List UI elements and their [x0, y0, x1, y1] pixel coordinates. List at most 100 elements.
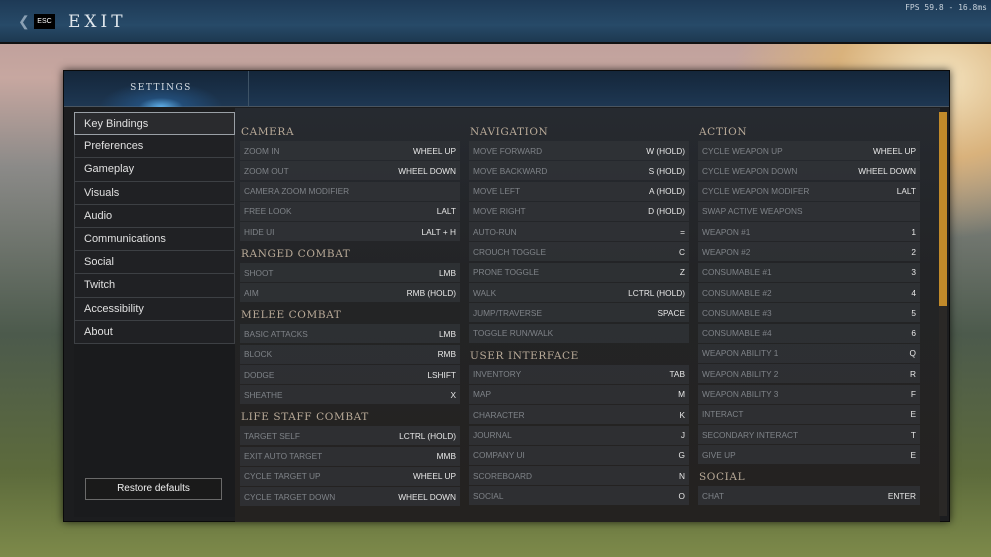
- key-value[interactable]: LMB: [439, 268, 456, 278]
- key-value[interactable]: ENTER: [888, 491, 916, 501]
- binding-row[interactable]: HIDE UI LALT + H: [240, 222, 460, 242]
- binding-row[interactable]: AUTO-RUN =: [469, 222, 689, 242]
- key-value[interactable]: 6: [911, 328, 916, 338]
- sidebar-item-communications[interactable]: Communications: [74, 227, 235, 252]
- key-value[interactable]: TAB: [669, 369, 685, 379]
- binding-row[interactable]: TOGGLE RUN/WALK: [469, 323, 689, 343]
- binding-row[interactable]: CROUCH TOGGLE C: [469, 242, 689, 262]
- key-value[interactable]: T: [911, 430, 916, 440]
- binding-row[interactable]: MOVE BACKWARD S (HOLD): [469, 161, 689, 181]
- binding-row[interactable]: CONSUMABLE #1 3: [698, 262, 920, 282]
- binding-row[interactable]: MAP M: [469, 384, 689, 404]
- key-value[interactable]: G: [679, 450, 685, 460]
- binding-row[interactable]: CONSUMABLE #3 5: [698, 303, 920, 323]
- key-value[interactable]: R: [910, 369, 916, 379]
- binding-row[interactable]: FREE LOOK LALT: [240, 201, 460, 221]
- binding-row[interactable]: INTERACT E: [698, 404, 920, 424]
- key-value[interactable]: E: [910, 450, 916, 460]
- binding-row[interactable]: MOVE FORWARD W (HOLD): [469, 141, 689, 160]
- binding-row[interactable]: SOCIAL O: [469, 486, 689, 506]
- key-value[interactable]: WHEEL DOWN: [398, 492, 456, 502]
- binding-row[interactable]: JUMP/TRAVERSE SPACE: [469, 303, 689, 323]
- key-value[interactable]: 4: [911, 288, 916, 298]
- sidebar-item-about[interactable]: About: [74, 320, 235, 344]
- binding-row[interactable]: EXIT AUTO TARGET MMB: [240, 446, 460, 466]
- key-value[interactable]: LMB: [439, 329, 456, 339]
- binding-row[interactable]: SHEATHE X: [240, 385, 460, 405]
- binding-row[interactable]: CONSUMABLE #4 6: [698, 323, 920, 343]
- scrollbar-thumb[interactable]: [939, 112, 947, 306]
- binding-row[interactable]: WEAPON ABILITY 1 Q: [698, 343, 920, 363]
- binding-row[interactable]: BASIC ATTACKS LMB: [240, 324, 460, 344]
- key-value[interactable]: LALT + H: [421, 227, 456, 237]
- binding-row[interactable]: CYCLE WEAPON MODIFER LALT: [698, 181, 920, 201]
- binding-row[interactable]: WALK LCTRL (HOLD): [469, 283, 689, 303]
- binding-row[interactable]: WEAPON ABILITY 2 R: [698, 364, 920, 384]
- sidebar-item-twitch[interactable]: Twitch: [74, 274, 235, 298]
- tab-settings[interactable]: SETTINGS: [74, 71, 249, 107]
- key-value[interactable]: A (HOLD): [649, 186, 685, 196]
- binding-row[interactable]: CYCLE TARGET UP WHEEL UP: [240, 466, 460, 486]
- key-value[interactable]: LALT: [437, 206, 456, 216]
- binding-row[interactable]: CYCLE WEAPON DOWN WHEEL DOWN: [698, 161, 920, 181]
- key-value[interactable]: O: [679, 491, 685, 501]
- binding-row[interactable]: DODGE LSHIFT: [240, 365, 460, 385]
- key-value[interactable]: 3: [911, 267, 916, 277]
- binding-row[interactable]: MOVE RIGHT D (HOLD): [469, 201, 689, 221]
- binding-row[interactable]: GIVE UP E: [698, 445, 920, 465]
- binding-row[interactable]: BLOCK RMB: [240, 344, 460, 364]
- key-value[interactable]: N: [679, 471, 685, 481]
- key-value[interactable]: Z: [680, 267, 685, 277]
- binding-row[interactable]: JOURNAL J: [469, 425, 689, 445]
- sidebar-item-preferences[interactable]: Preferences: [74, 135, 235, 159]
- key-value[interactable]: 1: [911, 227, 916, 237]
- sidebar-item-visuals[interactable]: Visuals: [74, 181, 235, 205]
- key-value[interactable]: LCTRL (HOLD): [628, 288, 685, 298]
- sidebar-item-audio[interactable]: Audio: [74, 204, 235, 228]
- restore-defaults-button[interactable]: Restore defaults: [85, 478, 222, 500]
- key-value[interactable]: Q: [910, 348, 916, 358]
- sidebar-item-key-bindings[interactable]: Key Bindings: [74, 112, 235, 136]
- key-value[interactable]: 5: [911, 308, 916, 318]
- key-value[interactable]: S (HOLD): [649, 166, 685, 176]
- key-value[interactable]: WHEEL DOWN: [398, 166, 456, 176]
- sidebar-item-gameplay[interactable]: Gameplay: [74, 158, 235, 182]
- key-value[interactable]: F: [911, 389, 916, 399]
- binding-row[interactable]: SECONDARY INTERACT T: [698, 425, 920, 445]
- key-value[interactable]: WHEEL UP: [413, 146, 456, 156]
- binding-row[interactable]: WEAPON #1 1: [698, 222, 920, 242]
- key-value[interactable]: RMB: [438, 349, 456, 359]
- binding-row[interactable]: CYCLE WEAPON UP WHEEL UP: [698, 141, 920, 160]
- key-value[interactable]: LALT: [897, 186, 916, 196]
- binding-row[interactable]: SWAP ACTIVE WEAPONS: [698, 201, 920, 221]
- key-value[interactable]: =: [680, 227, 685, 237]
- binding-row[interactable]: AIM RMB (HOLD): [240, 283, 460, 303]
- binding-row[interactable]: SCOREBOARD N: [469, 466, 689, 486]
- binding-row[interactable]: CYCLE TARGET DOWN WHEEL DOWN: [240, 487, 460, 507]
- key-value[interactable]: WHEEL UP: [873, 146, 916, 156]
- binding-row[interactable]: TARGET SELF LCTRL (HOLD): [240, 426, 460, 446]
- binding-row[interactable]: PRONE TOGGLE Z: [469, 262, 689, 282]
- key-value[interactable]: LCTRL (HOLD): [399, 431, 456, 441]
- key-value[interactable]: X: [450, 390, 456, 400]
- key-value[interactable]: K: [679, 410, 685, 420]
- key-value[interactable]: SPACE: [657, 308, 685, 318]
- binding-row[interactable]: CHARACTER K: [469, 405, 689, 425]
- sidebar-item-social[interactable]: Social: [74, 251, 235, 275]
- key-value[interactable]: J: [681, 430, 685, 440]
- key-value[interactable]: MMB: [437, 451, 456, 461]
- binding-row[interactable]: MOVE LEFT A (HOLD): [469, 181, 689, 201]
- binding-row[interactable]: WEAPON #2 2: [698, 242, 920, 262]
- key-value[interactable]: C: [679, 247, 685, 257]
- key-value[interactable]: WHEEL DOWN: [858, 166, 916, 176]
- key-value[interactable]: WHEEL UP: [413, 471, 456, 481]
- key-value[interactable]: 2: [911, 247, 916, 257]
- key-value[interactable]: E: [910, 409, 916, 419]
- esc-key-badge[interactable]: ESC: [34, 14, 55, 29]
- binding-row[interactable]: COMPANY UI G: [469, 445, 689, 465]
- binding-row[interactable]: CAMERA ZOOM MODIFIER: [240, 181, 460, 201]
- key-value[interactable]: M: [678, 389, 685, 399]
- scrollbar[interactable]: [939, 112, 947, 516]
- sidebar-item-accessibility[interactable]: Accessibility: [74, 297, 235, 321]
- binding-row[interactable]: INVENTORY TAB: [469, 364, 689, 384]
